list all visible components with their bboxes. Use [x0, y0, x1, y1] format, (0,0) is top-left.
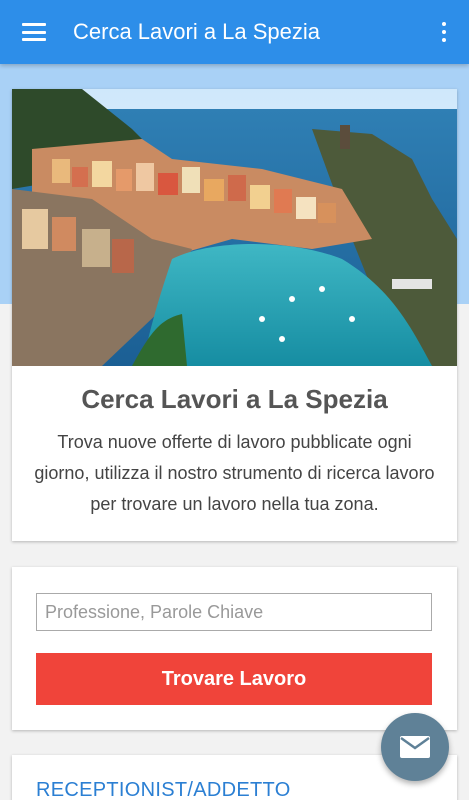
app-title: Cerca Lavori a La Spezia [73, 19, 321, 44]
search-card: Trovare Lavoro [12, 567, 457, 730]
job-title[interactable]: RECEPTIONIST/ADDETTO [36, 779, 433, 800]
hero-title: Cerca Lavori a La Spezia [81, 384, 388, 414]
search-button[interactable]: Trovare Lavoro [36, 653, 432, 705]
menu-icon [22, 23, 46, 41]
menu-button[interactable] [0, 0, 68, 64]
app-bar: Cerca Lavori a La Spezia [0, 0, 469, 64]
search-input[interactable] [36, 593, 432, 631]
more-vert-icon [442, 22, 446, 42]
contact-fab[interactable] [381, 713, 449, 781]
hero-card: Cerca Lavori a La Spezia Trova nuove off… [12, 89, 457, 541]
more-options-button[interactable] [419, 0, 469, 64]
hero-image [12, 89, 457, 366]
hero-description: Trova nuove offerte di lavoro pubblicate… [34, 432, 435, 514]
mail-icon [400, 736, 430, 758]
